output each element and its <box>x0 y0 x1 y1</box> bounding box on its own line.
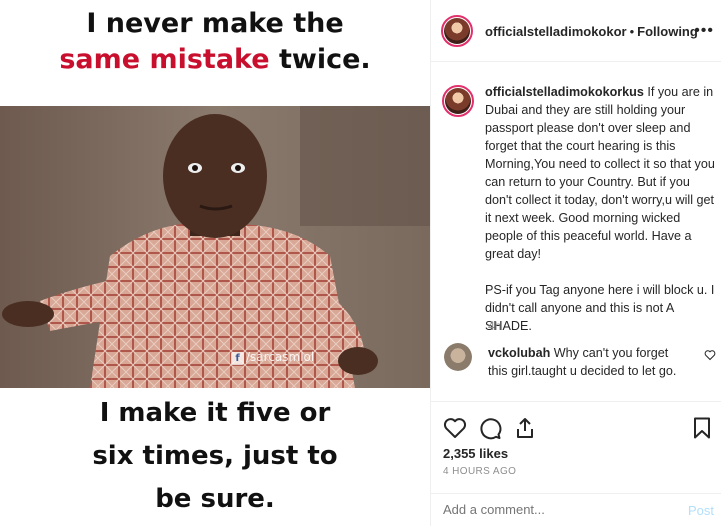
meme-top-line-2: same mistake twice. <box>0 42 430 78</box>
add-comment-input[interactable] <box>443 502 673 517</box>
save-bookmark-icon[interactable] <box>690 416 714 440</box>
header-dot: • <box>629 24 635 39</box>
comment: vckolubah Why can't you forget this girl… <box>488 344 688 380</box>
following-button[interactable]: Following <box>637 24 698 39</box>
add-comment-bar: Post <box>431 493 721 526</box>
caption-paragraph-2: PS-if you Tag anyone here i will block u… <box>485 283 715 333</box>
caption-text-1: If you are in Dubai and they are still h… <box>485 85 715 261</box>
share-upload-icon[interactable] <box>513 416 537 440</box>
more-options-icon[interactable]: ••• <box>694 22 714 40</box>
meme-photo-illustration <box>0 106 430 388</box>
meme-bottom-text: I make it five or six times, just to be … <box>0 392 430 526</box>
action-bar: 2,355 likes <box>431 401 721 461</box>
watermark-text: /sarcasmlol <box>246 350 315 364</box>
meme-bottom-line-2: six times, just to <box>92 441 338 471</box>
comment-username-link[interactable]: vckolubah <box>488 346 550 360</box>
post-panel: officialstelladimokokor • Following ••• of… <box>430 0 721 526</box>
comments-section[interactable]: officialstelladimokokorkus If you are in… <box>431 63 721 400</box>
meme-top-text: I never make the same mistake twice. <box>0 0 430 104</box>
post-button[interactable]: Post <box>688 503 714 518</box>
caption: officialstelladimokokorkus If you are in… <box>485 83 717 353</box>
facebook-icon: f <box>231 352 244 365</box>
comment-bubble-icon[interactable] <box>478 416 502 440</box>
meme-top-line-2-rest: twice. <box>269 44 371 75</box>
post-header: officialstelladimokokor • Following ••• <box>431 0 721 62</box>
meme-bottom-line-1: I make it five or <box>99 398 331 428</box>
post-image[interactable]: I never make the same mistake twice. f /… <box>0 0 430 526</box>
comment-avatar-image <box>444 343 472 371</box>
header-username-link[interactable]: officialstelladimokokor <box>485 24 627 39</box>
meme-red-text: same mistake <box>59 44 270 75</box>
likes-count[interactable]: 2,355 likes <box>443 446 508 461</box>
avatar-image <box>444 18 470 44</box>
comment-avatar[interactable] <box>444 343 472 371</box>
caption-avatar-image <box>445 88 471 114</box>
like-heart-icon[interactable] <box>443 416 467 440</box>
caption-avatar[interactable] <box>442 85 474 117</box>
comment-like-heart-icon[interactable] <box>704 349 716 361</box>
meme-photo: f/sarcasmlol <box>0 106 430 388</box>
watermark: f/sarcasmlol <box>231 350 314 365</box>
post-timestamp[interactable]: 4 HOURS AGO <box>443 466 516 477</box>
caption-timestamp[interactable]: 4h <box>488 319 501 333</box>
avatar[interactable] <box>441 15 473 47</box>
caption-username-link[interactable]: officialstelladimokokorkus <box>485 85 644 99</box>
meme-bottom-line-3: be sure. <box>155 484 275 514</box>
header-user: officialstelladimokokor • Following <box>485 24 698 39</box>
caption-paragraph-1: officialstelladimokokorkus If you are in… <box>485 83 717 263</box>
meme-top-line-1: I never make the <box>86 8 344 39</box>
